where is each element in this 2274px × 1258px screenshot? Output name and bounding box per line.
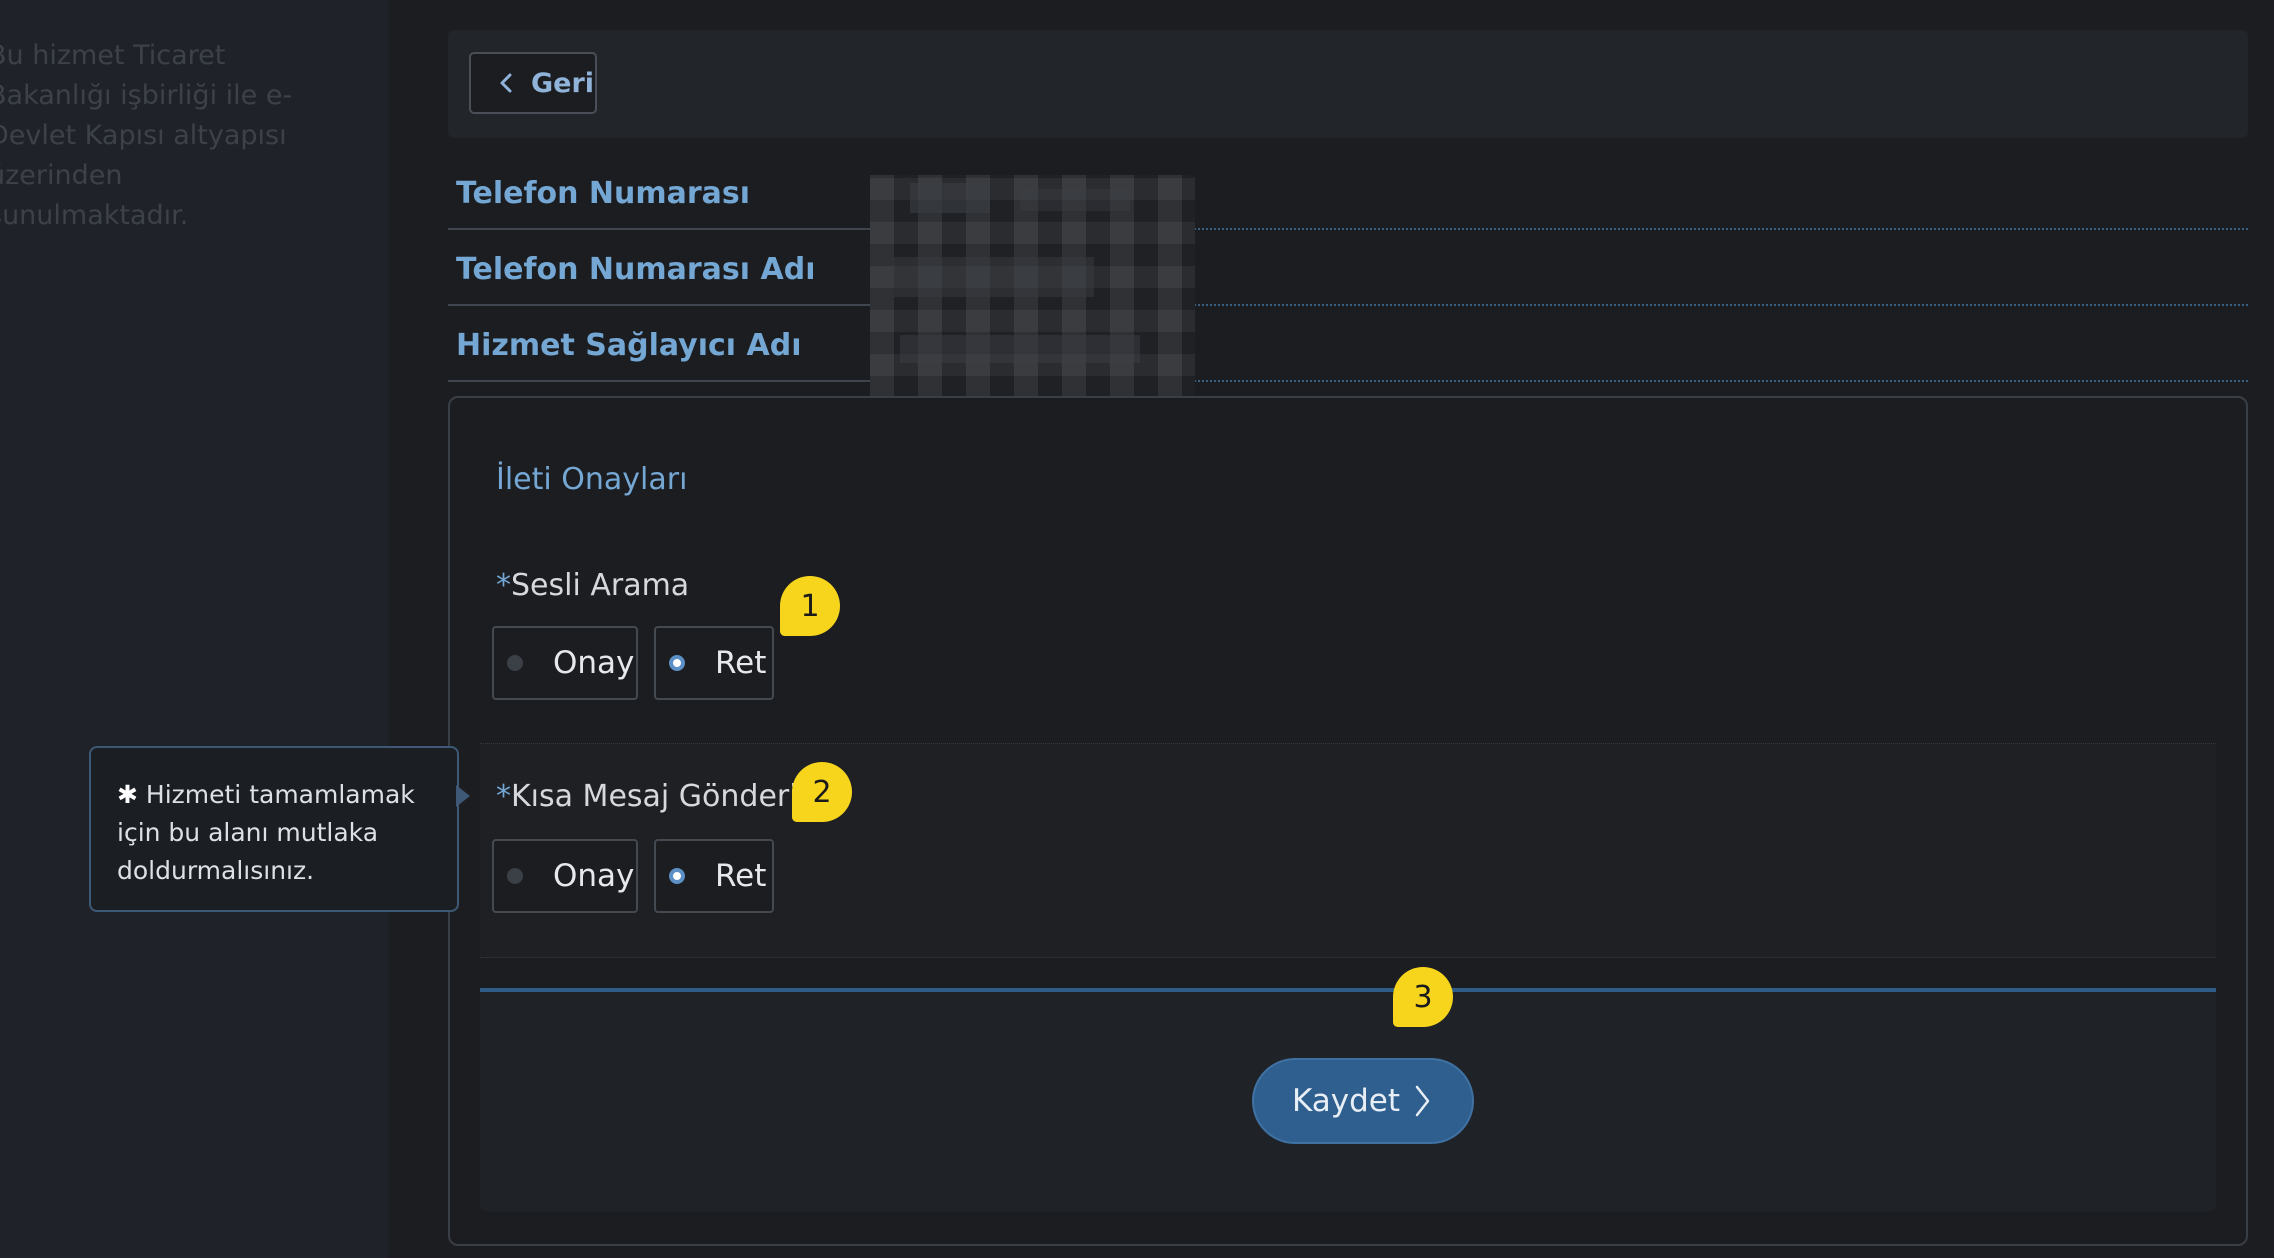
voice-call-reject-radio[interactable]: Ret (654, 626, 774, 700)
step-badge-2: 2 (792, 762, 852, 822)
required-asterisk: * (496, 568, 511, 603)
redacted-pixel (1020, 189, 1130, 211)
back-button[interactable]: Geri (469, 52, 597, 114)
tooltip-message: ✱ Hizmeti tamamlamak için bu alanı mutla… (117, 776, 447, 890)
sms-section: *Kısa Mesaj Gönderim Onay Ret (480, 743, 2216, 958)
phone-name-label: Telefon Numarası Adı (456, 252, 816, 287)
radio-unchecked-icon (507, 655, 523, 671)
save-panel: Kaydet (480, 992, 2216, 1212)
top-toolbar: Geri (448, 30, 2248, 138)
tooltip-arrow (456, 785, 470, 807)
radio-unchecked-icon (507, 868, 523, 884)
provider-label: Hizmet Sağlayıcı Adı (456, 328, 802, 363)
sms-reject-label: Ret (715, 858, 767, 894)
required-field-tooltip: ✱ Hizmeti tamamlamak için bu alanı mutla… (89, 746, 459, 912)
provider-row: Hizmet Sağlayıcı Adı (448, 306, 2248, 382)
phone-name-row: Telefon Numarası Adı (448, 230, 2248, 306)
voice-call-reject-label: Ret (715, 645, 767, 681)
redacted-values (870, 175, 1195, 420)
back-button-label: Geri (531, 67, 595, 99)
radio-checked-icon (669, 655, 685, 671)
voice-call-question: *Sesli Arama (496, 568, 689, 603)
message-consent-form: İleti Onayları *Sesli Arama Onay Ret *Kı… (448, 396, 2248, 1246)
chevron-right-icon (1415, 1085, 1430, 1117)
radio-checked-icon (669, 868, 685, 884)
redacted-pixel (910, 183, 990, 213)
provider-underline (448, 380, 870, 382)
phone-number-row: Telefon Numarası (448, 154, 2248, 230)
tooltip-asterisk-icon: ✱ (117, 780, 138, 809)
redacted-pixel (894, 257, 1094, 297)
voice-call-label: Sesli Arama (511, 568, 690, 603)
save-button-label: Kaydet (1291, 1083, 1401, 1119)
service-info-text: Bu hizmet Ticaret Bakanlığı işbirliği il… (0, 40, 293, 231)
sms-approve-radio[interactable]: Onay (492, 839, 638, 913)
sms-reject-radio[interactable]: Ret (654, 839, 774, 913)
sms-label: Kısa Mesaj Gönderim (511, 779, 827, 814)
sms-approve-label: Onay (553, 858, 635, 894)
chevron-left-icon (500, 73, 512, 93)
phone-number-label: Telefon Numarası (456, 176, 751, 211)
step-badge-3: 3 (1393, 967, 1453, 1027)
tooltip-text: Hizmeti tamamlamak için bu alanı mutlaka… (117, 780, 415, 885)
redacted-pixel (900, 335, 1140, 363)
required-asterisk: * (496, 779, 511, 814)
sms-question: *Kısa Mesaj Gönderim (496, 779, 827, 814)
left-panel: Bu hizmet Ticaret Bakanlığı işbirliği il… (0, 0, 389, 1258)
voice-call-approve-label: Onay (553, 645, 635, 681)
save-button[interactable]: Kaydet (1252, 1058, 1474, 1144)
voice-call-approve-radio[interactable]: Onay (492, 626, 638, 700)
section-title: İleti Onayları (496, 462, 688, 497)
step-badge-1: 1 (780, 576, 840, 636)
